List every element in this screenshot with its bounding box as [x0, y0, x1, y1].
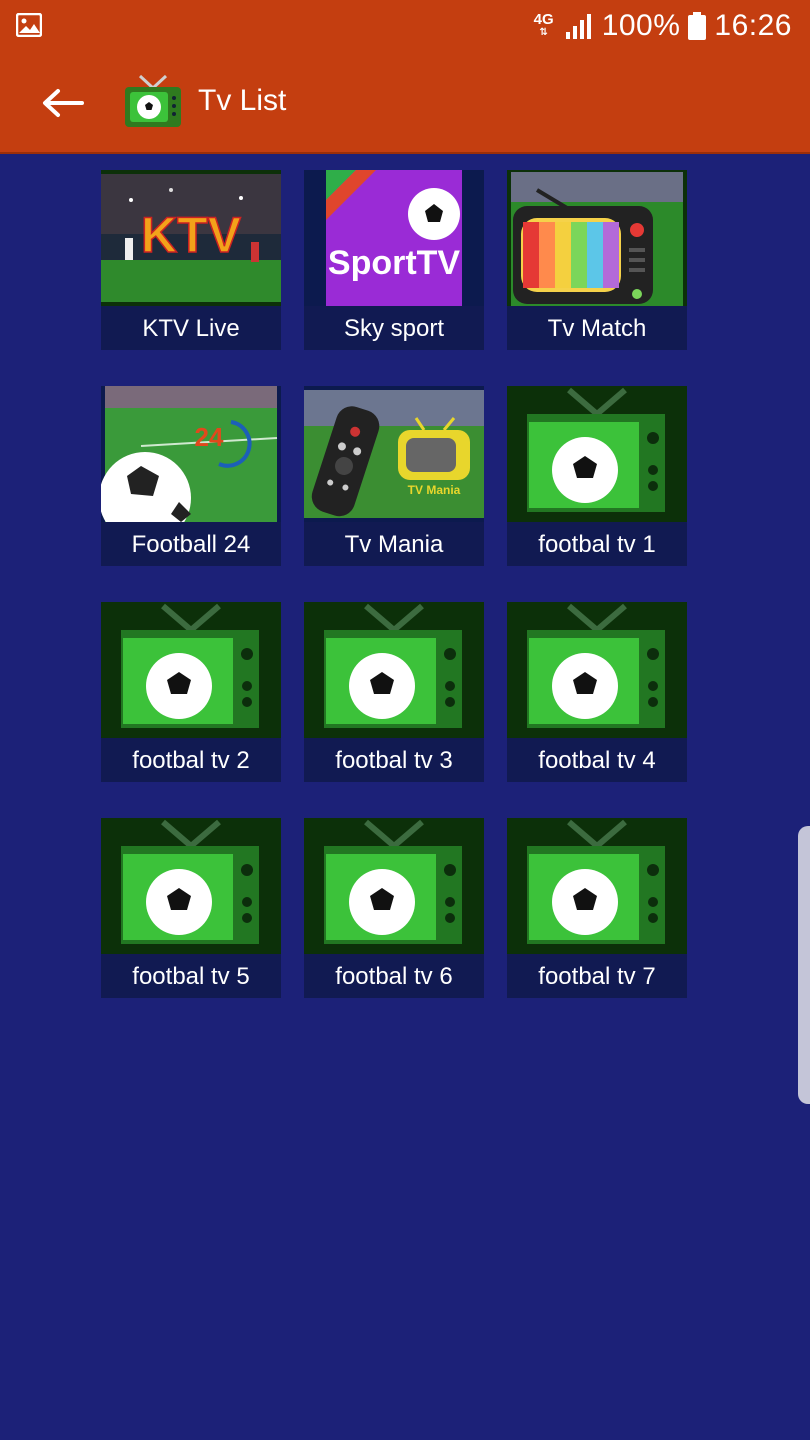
- football-tv-icon: [507, 818, 687, 954]
- channel-label: footbal tv 3: [304, 738, 484, 782]
- back-button[interactable]: [34, 77, 90, 129]
- channel-label: KTV Live: [101, 306, 281, 350]
- ktv-logo-text: KTV: [141, 207, 242, 263]
- channel-label: footbal tv 6: [304, 954, 484, 998]
- page-title: Tv List: [198, 84, 287, 117]
- channel-tile[interactable]: footbal tv 4: [507, 602, 687, 782]
- channel-tile[interactable]: 24 Football 24: [101, 386, 281, 566]
- channel-tile[interactable]: footbal tv 5: [101, 818, 281, 998]
- battery-icon: [688, 12, 707, 40]
- network-type: 4G ⇅: [533, 11, 554, 38]
- football-tv-icon: [507, 386, 687, 522]
- app-bar: Tv List: [0, 52, 810, 154]
- football24-logo-text: 24: [195, 422, 224, 452]
- tvmania-thumbnail: TV Mania: [304, 386, 484, 522]
- channel-grid: KTV KTV Live SportTV Sky sport Tv Match …: [101, 170, 687, 998]
- clock: 16:26: [714, 9, 792, 42]
- ktv-thumbnail: KTV: [101, 170, 281, 306]
- channel-tile[interactable]: KTV KTV Live: [101, 170, 281, 350]
- channel-label: footbal tv 7: [507, 954, 687, 998]
- channel-label: Sky sport: [304, 306, 484, 350]
- football-tv-icon: [304, 602, 484, 738]
- sporttv-thumbnail: SportTV: [304, 170, 484, 306]
- channel-label: Football 24: [101, 522, 281, 566]
- sporttv-logo-text: SportTV: [328, 244, 461, 282]
- channel-label: footbal tv 5: [101, 954, 281, 998]
- football-tv-icon: [507, 602, 687, 738]
- status-bar: 4G ⇅ 100% 16:26: [0, 0, 810, 52]
- football-tv-icon: [304, 818, 484, 954]
- tvmatch-thumbnail: [507, 170, 687, 306]
- battery-percent: 100%: [601, 9, 681, 42]
- channel-label: footbal tv 2: [101, 738, 281, 782]
- gallery-notification-icon: [16, 13, 42, 37]
- football-tv-icon: [101, 818, 281, 954]
- channel-label: Tv Mania: [304, 522, 484, 566]
- channel-tile[interactable]: Tv Match: [507, 170, 687, 350]
- channel-tile[interactable]: footbal tv 7: [507, 818, 687, 998]
- channel-tile[interactable]: footbal tv 3: [304, 602, 484, 782]
- edge-panel-handle[interactable]: [798, 826, 810, 1104]
- app-logo-icon: [125, 74, 181, 127]
- channel-label: footbal tv 1: [507, 522, 687, 566]
- signal-icon: [565, 14, 591, 39]
- tvmania-logo-text: TV Mania: [408, 483, 461, 497]
- channel-label: Tv Match: [507, 306, 687, 350]
- channel-label: footbal tv 4: [507, 738, 687, 782]
- channel-tile[interactable]: footbal tv 6: [304, 818, 484, 998]
- channel-tile[interactable]: TV Mania Tv Mania: [304, 386, 484, 566]
- channel-tile[interactable]: footbal tv 2: [101, 602, 281, 782]
- channel-tile[interactable]: SportTV Sky sport: [304, 170, 484, 350]
- football-tv-icon: [101, 602, 281, 738]
- back-arrow-icon: [43, 89, 84, 117]
- football24-thumbnail: 24: [101, 386, 281, 522]
- channel-tile[interactable]: footbal tv 1: [507, 386, 687, 566]
